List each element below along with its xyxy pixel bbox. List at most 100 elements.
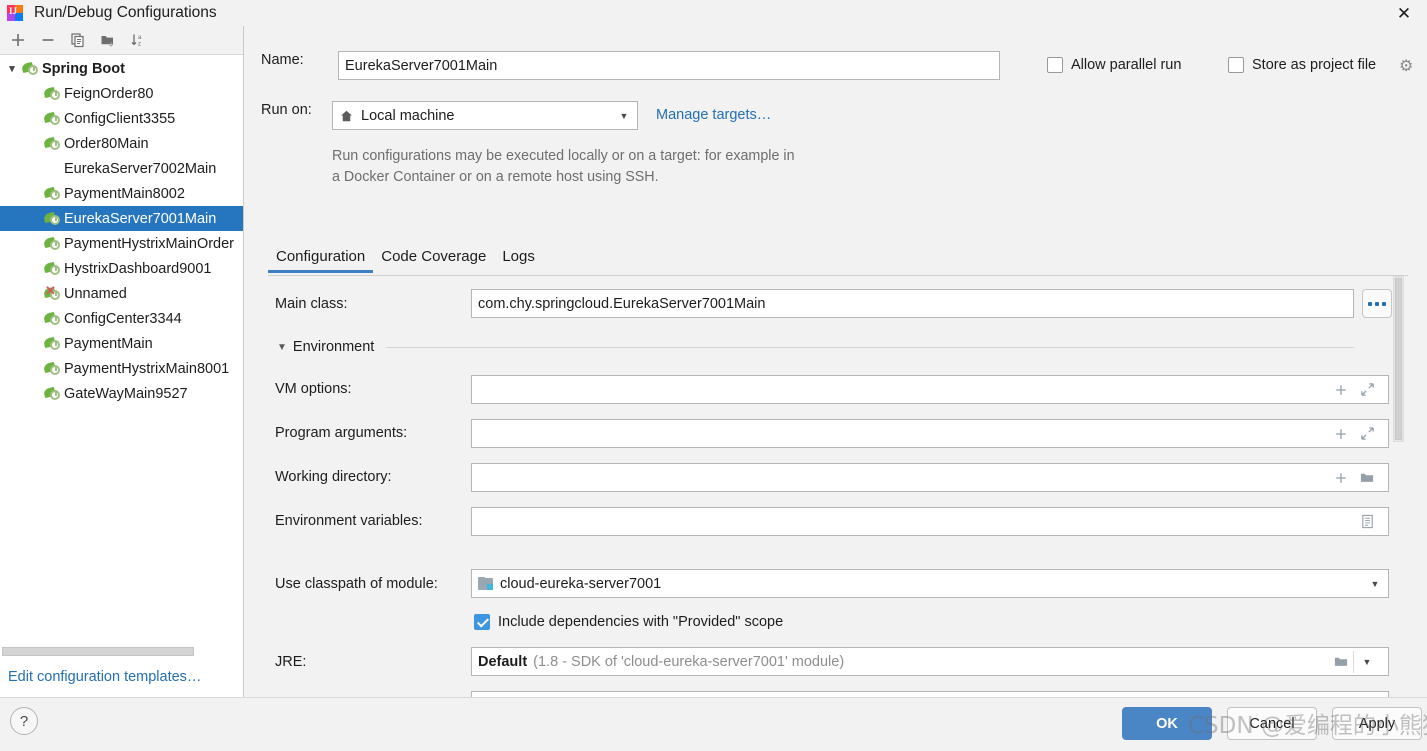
help-button[interactable]: ? [10,707,38,735]
manage-targets-link[interactable]: Manage targets… [656,107,771,123]
working-directory-input[interactable] [471,463,1389,492]
expand-icon[interactable] [1356,423,1378,445]
environment-variables-buttons [1356,511,1382,533]
use-classpath-of-module-combobox[interactable]: cloud-eureka-server7001 ▼ [471,569,1389,598]
environment-section-header[interactable]: ▼ Environment [277,339,1354,355]
spring-boot-icon [43,186,62,202]
spring-boot-icon [43,111,62,127]
tree-item-label: Order80Main [64,135,149,152]
plus-icon[interactable] [1330,423,1352,445]
folder-icon[interactable] [1328,650,1354,673]
tree-item-paymentmain[interactable]: PaymentMain [0,331,243,356]
tree-item-feignorder80[interactable]: FeignOrder80 [0,81,243,106]
checkbox-box[interactable] [1228,57,1244,73]
cancel-button[interactable]: Cancel [1227,707,1317,740]
allow-parallel-run-checkbox[interactable]: Allow parallel run [1047,57,1181,73]
chevron-down-icon[interactable]: ▾ [2,62,22,75]
tab-logs[interactable]: Logs [494,244,543,273]
checkbox-box[interactable] [1047,57,1063,73]
expand-icon[interactable] [1356,379,1378,401]
scrollbar-thumb[interactable] [1395,278,1402,440]
tree-item-hystrixdashboard9001[interactable]: HystrixDashboard9001 [0,256,243,281]
apply-button[interactable]: Apply [1332,707,1422,740]
chevron-down-icon[interactable]: ▼ [1354,651,1380,673]
tree-item-paymenthystrixmainorder[interactable]: PaymentHystrixMainOrder [0,231,243,256]
environment-section-title: Environment [292,339,375,355]
vm-options-input[interactable] [471,375,1389,404]
include-provided-scope-checkbox[interactable]: Include dependencies with "Provided" sco… [474,614,783,630]
plus-icon[interactable] [1330,379,1352,401]
close-icon[interactable]: ✕ [1381,0,1427,26]
module-icon [478,576,494,591]
program-arguments-label: Program arguments: [275,425,408,441]
home-icon [341,110,352,121]
chevron-down-icon[interactable]: ▼ [615,111,633,121]
tree-group-spring-boot[interactable]: ▾ Spring Boot [0,56,243,81]
jre-combobox[interactable]: Default (1.8 - SDK of 'cloud-eureka-serv… [471,647,1389,676]
spring-boot-icon [43,386,62,402]
run-on-combobox[interactable]: Local machine ▼ [332,101,638,130]
name-input[interactable]: EurekaServer7001Main [338,51,1000,80]
plus-icon[interactable] [1330,467,1352,489]
name-row: Name: [261,52,336,68]
tree-item-order80main[interactable]: Order80Main [0,131,243,156]
main-class-value: com.chy.springcloud.EurekaServer7001Main [478,295,766,312]
run-on-hint-text: Run configurations may be executed local… [332,148,795,185]
ok-button[interactable]: OK [1122,707,1212,740]
main-class-label: Main class: [275,296,348,312]
program-arguments-input[interactable] [471,419,1389,448]
tree-item-configclient3355[interactable]: ConfigClient3355 [0,106,243,131]
remove-configuration-button[interactable] [34,28,62,53]
run-on-label: Run on: [261,102,312,118]
tab-configuration[interactable]: Configuration [268,244,374,273]
checkbox-box[interactable] [474,614,490,630]
tab-code-coverage[interactable]: Code Coverage [373,244,494,273]
working-directory-label: Working directory: [275,469,392,485]
main-class-input[interactable]: com.chy.springcloud.EurekaServer7001Main [471,289,1354,318]
configurations-tree[interactable]: ▾ Spring Boot FeignOrder80 ConfigClient3… [0,56,243,661]
tree-item-label: EurekaServer7002Main [64,160,217,177]
working-directory-buttons [1330,467,1382,489]
sidebar-footer: Edit configuration templates… [0,657,243,697]
spring-boot-icon [43,211,62,227]
vm-options-buttons [1330,379,1382,401]
configuration-vertical-scrollbar[interactable] [1393,276,1404,442]
new-folder-icon[interactable] [94,28,122,53]
add-configuration-button[interactable] [4,28,32,53]
spring-boot-icon [43,361,62,377]
store-as-project-file-checkbox[interactable]: Store as project file [1228,57,1376,73]
tree-item-label: EurekaServer7001Main [64,210,217,227]
tree-item-label: PaymentHystrixMainOrder [64,235,235,252]
gear-icon[interactable]: ⚙ [1399,56,1413,76]
allow-parallel-run-label: Allow parallel run [1071,57,1182,73]
scrollbar-thumb[interactable] [2,647,194,656]
sidebar-horizontal-scrollbar[interactable] [0,646,243,657]
folder-icon[interactable] [1356,467,1378,489]
browse-main-class-button[interactable] [1362,289,1392,318]
tree-item-eurekaserver7002main[interactable]: EurekaServer7002Main [0,156,243,181]
run-on-row: Run on: [261,102,336,118]
tree-item-eurekaserver7001main[interactable]: EurekaServer7001Main [0,206,243,231]
tree-item-unnamed[interactable]: ✕ Unnamed [0,281,243,306]
environment-variables-input[interactable] [471,507,1389,536]
use-classpath-of-module-label: Use classpath of module: [275,576,438,592]
tree-item-configcenter3344[interactable]: ConfigCenter3344 [0,306,243,331]
sort-alpha-icon[interactable]: a z [124,28,152,53]
tree-item-label: PaymentMain [64,335,153,352]
chevron-down-icon[interactable]: ▼ [277,342,287,353]
configuration-tab-panel: Main class: com.chy.springcloud.EurekaSe… [268,276,1408,720]
spring-boot-icon [43,86,62,102]
run-debug-configurations-dialog: IJ Run/Debug Configurations ✕ a z ▾ Spri… [0,0,1427,751]
copy-configuration-button[interactable] [64,28,92,53]
chevron-down-icon[interactable]: ▼ [1366,579,1384,589]
tree-item-paymenthystrixmain8001[interactable]: PaymentHystrixMain8001 [0,356,243,381]
jre-value: Default [478,653,528,670]
edit-configuration-templates-link[interactable]: Edit configuration templates… [8,669,201,685]
tree-item-label: GateWayMain9527 [64,385,188,402]
list-icon[interactable] [1356,511,1378,533]
tree-item-gatewaymain9527[interactable]: GateWayMain9527 [0,381,243,406]
spring-boot-error-icon: ✕ [43,284,62,302]
svg-text:a: a [138,35,142,41]
jre-detail: (1.8 - SDK of 'cloud-eureka-server7001' … [533,653,845,670]
tree-item-paymentmain8002[interactable]: PaymentMain8002 [0,181,243,206]
